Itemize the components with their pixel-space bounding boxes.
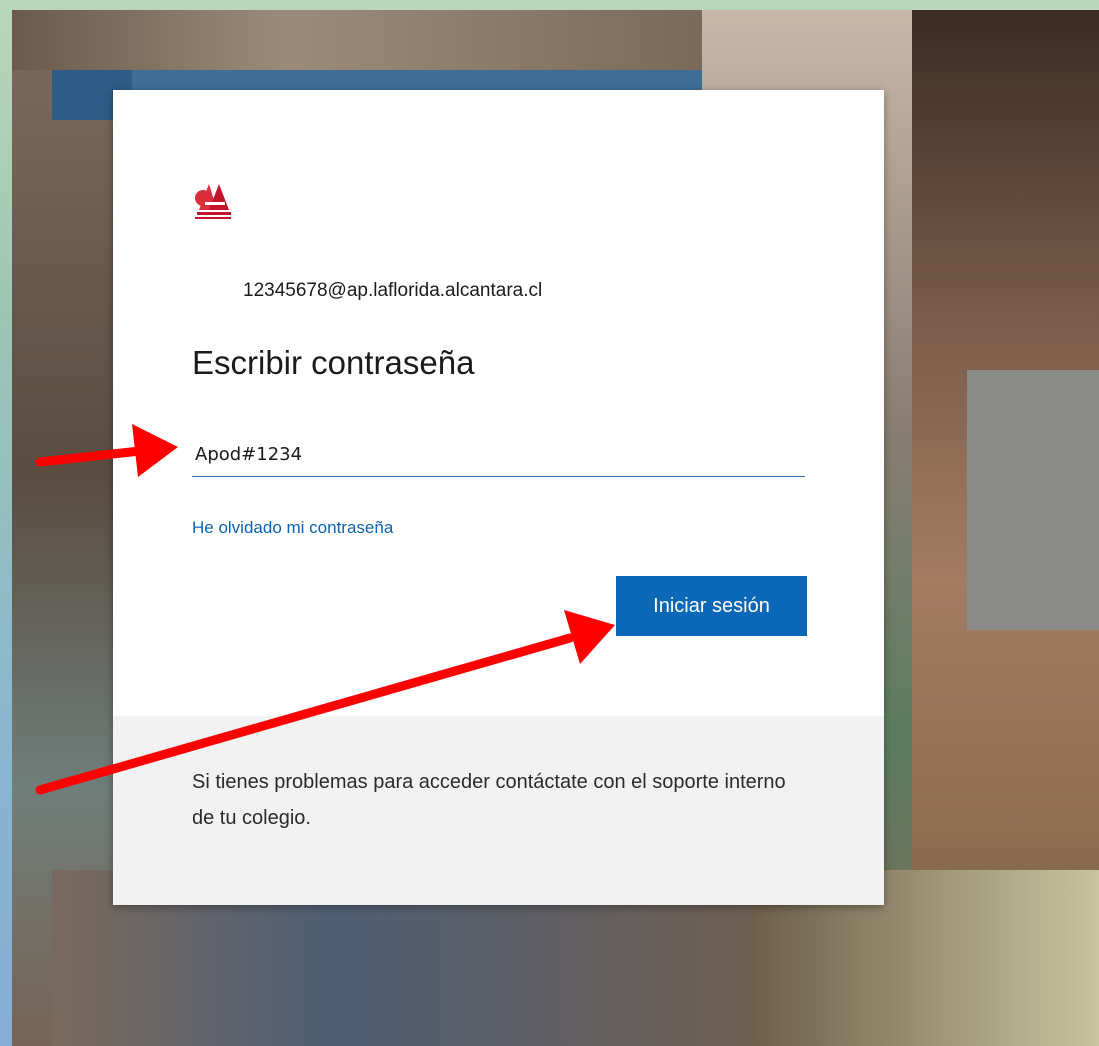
login-card: 12345678@ap.laflorida.alcantara.cl Escri…: [113, 90, 884, 905]
password-input[interactable]: [192, 432, 805, 477]
card-footer: Si tienes problemas para acceder contáct…: [113, 716, 884, 905]
help-text: Si tienes problemas para acceder contáct…: [192, 771, 786, 829]
account-email: 12345678@ap.laflorida.alcantara.cl: [243, 280, 543, 301]
forgot-password-link[interactable]: He olvidado mi contraseña: [192, 518, 393, 538]
page-title: Escribir contraseña: [192, 344, 475, 381]
school-logo-icon: [193, 180, 233, 224]
signin-button[interactable]: Iniciar sesión: [616, 576, 807, 636]
